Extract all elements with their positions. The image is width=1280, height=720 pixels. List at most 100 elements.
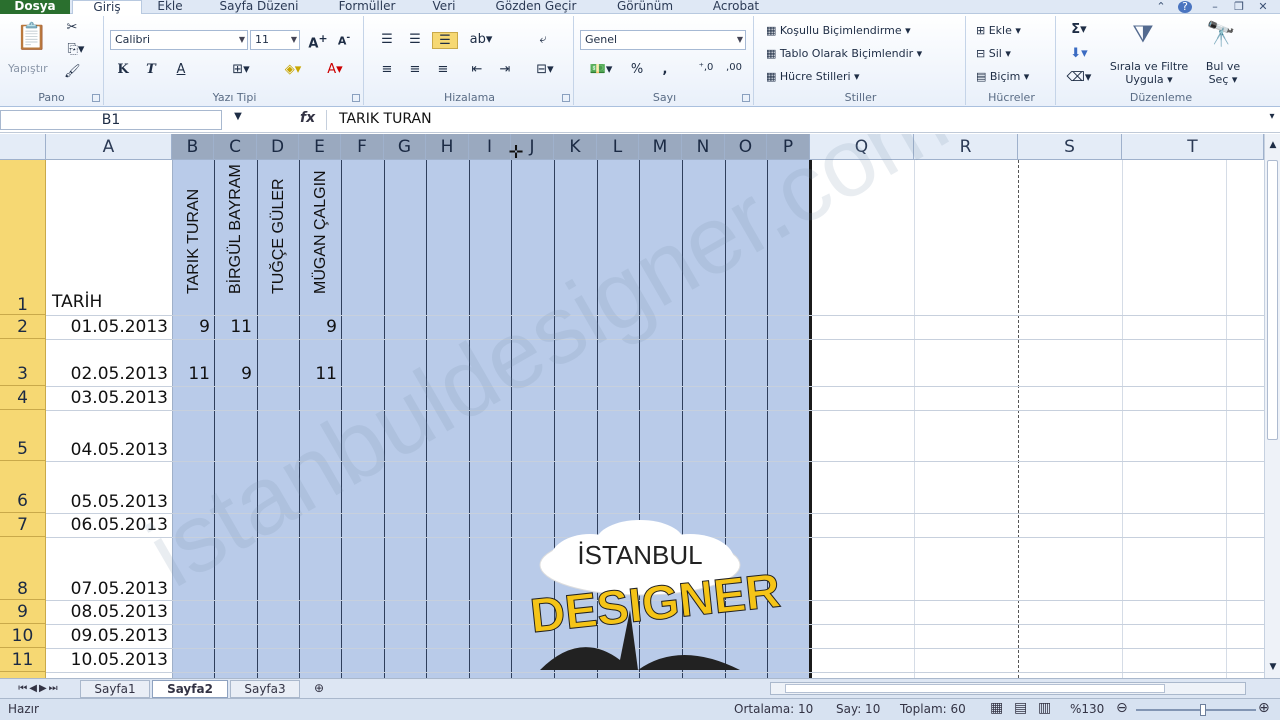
row-header-11[interactable]: 11 [0, 648, 46, 672]
percent-button[interactable]: % [628, 62, 646, 77]
cell-c2[interactable]: 11 [214, 317, 252, 337]
dialog-launcher-icon[interactable] [742, 94, 750, 102]
cell-styles-button[interactable]: ▦ Hücre Stilleri ▾ [766, 70, 860, 83]
page-break-view-icon[interactable]: ▥ [1038, 700, 1051, 716]
scroll-thumb[interactable] [1267, 160, 1278, 440]
column-header-k[interactable]: K [554, 134, 597, 160]
cell-e1[interactable]: MÜGAN ÇALGIN [303, 164, 339, 312]
restore-icon[interactable]: ❐ [1230, 1, 1248, 13]
cell-a9[interactable]: 08.05.2013 [52, 602, 168, 622]
increase-indent-icon[interactable]: ⇥ [494, 62, 516, 77]
number-format-combo[interactable]: Genel ▼ [580, 30, 746, 50]
paste-icon[interactable]: 📋 [12, 22, 52, 52]
zoom-slider-handle[interactable] [1200, 704, 1206, 716]
cell-c1[interactable]: BİRGÜL BAYRAM [218, 164, 254, 312]
currency-icon[interactable]: 💵▾ [584, 62, 618, 77]
font-color-icon[interactable]: A▾ [320, 62, 350, 77]
column-header-f[interactable]: F [341, 134, 384, 160]
cell-d1[interactable]: TUĞÇE GÜLER [261, 164, 297, 312]
grow-font-icon[interactable]: A+ [308, 32, 328, 51]
increase-decimal-icon[interactable]: ⁺,0 [694, 62, 718, 73]
horizontal-scrollbar[interactable] [770, 682, 1246, 695]
row-header-3[interactable]: 3 [0, 339, 46, 386]
cell-a10[interactable]: 09.05.2013 [52, 626, 168, 646]
conditional-format-button[interactable]: ▦ Koşullu Biçimlendirme ▾ [766, 24, 911, 37]
column-header-t[interactable]: T [1122, 134, 1264, 160]
find-select-icon[interactable]: 🔭 [1206, 20, 1236, 48]
tab-page-layout[interactable]: Sayfa Düzeni [210, 0, 308, 14]
scroll-down-icon[interactable]: ▼ [1266, 662, 1280, 672]
column-header-l[interactable]: L [597, 134, 639, 160]
worksheet-grid[interactable]: A B C D E F G H I J K L M N O P Q R S T [0, 134, 1264, 678]
tab-file[interactable]: Dosya [0, 0, 70, 14]
cell-a7[interactable]: 06.05.2013 [52, 515, 168, 535]
sort-filter-icon[interactable]: ⧩ [1128, 20, 1158, 48]
align-bottom-icon[interactable]: ☰ [432, 32, 458, 49]
column-header-n[interactable]: N [682, 134, 725, 160]
zoom-out-icon[interactable]: ⊖ [1116, 700, 1128, 716]
sort-filter-button[interactable]: Sırala ve Filtre Uygula ▾ [1104, 60, 1194, 86]
font-size-combo[interactable]: 11 ▼ [250, 30, 300, 50]
cell-c3[interactable]: 9 [214, 364, 252, 384]
page-layout-view-icon[interactable]: ▤ [1014, 700, 1027, 716]
select-all-button[interactable] [0, 134, 46, 160]
hscroll-thumb[interactable] [785, 684, 1165, 693]
align-center-icon[interactable]: ≡ [404, 62, 426, 77]
align-top-icon[interactable]: ☰ [376, 32, 398, 47]
decrease-decimal-icon[interactable]: ,00 [722, 62, 746, 73]
row-header-4[interactable]: 4 [0, 386, 46, 410]
cut-icon[interactable]: ✂ [64, 20, 80, 35]
comma-button[interactable]: , [658, 62, 672, 77]
insert-cells-button[interactable]: ⊞ Ekle ▾ [976, 24, 1021, 37]
sheet-tab-2[interactable]: Sayfa2 [152, 680, 228, 698]
italic-button[interactable]: T [142, 62, 160, 77]
cell-a2[interactable]: 01.05.2013 [52, 317, 168, 337]
bold-button[interactable]: K [114, 62, 132, 77]
column-header-b[interactable]: B [172, 134, 214, 160]
find-select-button[interactable]: Bul ve Seç ▾ [1198, 60, 1248, 86]
fill-color-icon[interactable]: ◈▾ [278, 62, 308, 77]
delete-cells-button[interactable]: ⊟ Sil ▾ [976, 47, 1011, 60]
normal-view-icon[interactable]: ▦ [990, 700, 1003, 716]
fill-icon[interactable]: ⬇▾ [1066, 46, 1092, 61]
name-box[interactable]: B1 [0, 110, 222, 130]
dialog-launcher-icon[interactable] [92, 94, 100, 102]
cell-b3[interactable]: 11 [172, 364, 210, 384]
cell-a8[interactable]: 07.05.2013 [52, 579, 168, 599]
column-header-p[interactable]: P [767, 134, 810, 160]
row-header-9[interactable]: 9 [0, 600, 46, 624]
tab-view[interactable]: Görünüm [608, 0, 682, 14]
scroll-up-icon[interactable]: ▲ [1266, 140, 1280, 150]
column-header-q[interactable]: Q [810, 134, 914, 160]
copy-icon[interactable]: ⎘▾ [64, 42, 88, 57]
clear-icon[interactable]: ⌫▾ [1066, 70, 1092, 85]
column-header-c[interactable]: C [214, 134, 257, 160]
column-header-i[interactable]: I [469, 134, 511, 160]
sheet-tab-3[interactable]: Sayfa3 [230, 680, 300, 698]
column-header-a[interactable]: A [46, 134, 172, 160]
row-header-1[interactable]: 1 [0, 160, 46, 315]
decrease-indent-icon[interactable]: ⇤ [466, 62, 488, 77]
sheet-tab-1[interactable]: Sayfa1 [80, 680, 150, 698]
borders-icon[interactable]: ⊞▾ [226, 62, 256, 77]
align-left-icon[interactable]: ≡ [376, 62, 398, 77]
vertical-scrollbar[interactable]: ▲ ▼ [1264, 134, 1280, 678]
shrink-font-icon[interactable]: A- [334, 32, 354, 48]
align-right-icon[interactable]: ≡ [432, 62, 454, 77]
zoom-in-icon[interactable]: ⊕ [1258, 700, 1270, 716]
close-icon[interactable]: ✕ [1254, 1, 1272, 13]
help-icon[interactable]: ? [1178, 1, 1192, 13]
tab-acrobat[interactable]: Acrobat [704, 0, 768, 14]
row-header-10[interactable]: 10 [0, 624, 46, 648]
format-painter-icon[interactable]: 🖌 [64, 64, 81, 79]
column-header-e[interactable]: E [299, 134, 341, 160]
expand-formula-icon[interactable]: ▾ [1266, 111, 1278, 122]
row-header-5[interactable]: 5 [0, 410, 46, 461]
row-header-6[interactable]: 6 [0, 461, 46, 513]
cell-e2[interactable]: 9 [299, 317, 337, 337]
chevron-up-icon[interactable]: ⌃ [1152, 1, 1170, 13]
zoom-level[interactable]: %130 [1070, 702, 1104, 716]
row-header-2[interactable]: 2 [0, 315, 46, 339]
cell-b2[interactable]: 9 [172, 317, 210, 337]
column-header-h[interactable]: H [426, 134, 469, 160]
